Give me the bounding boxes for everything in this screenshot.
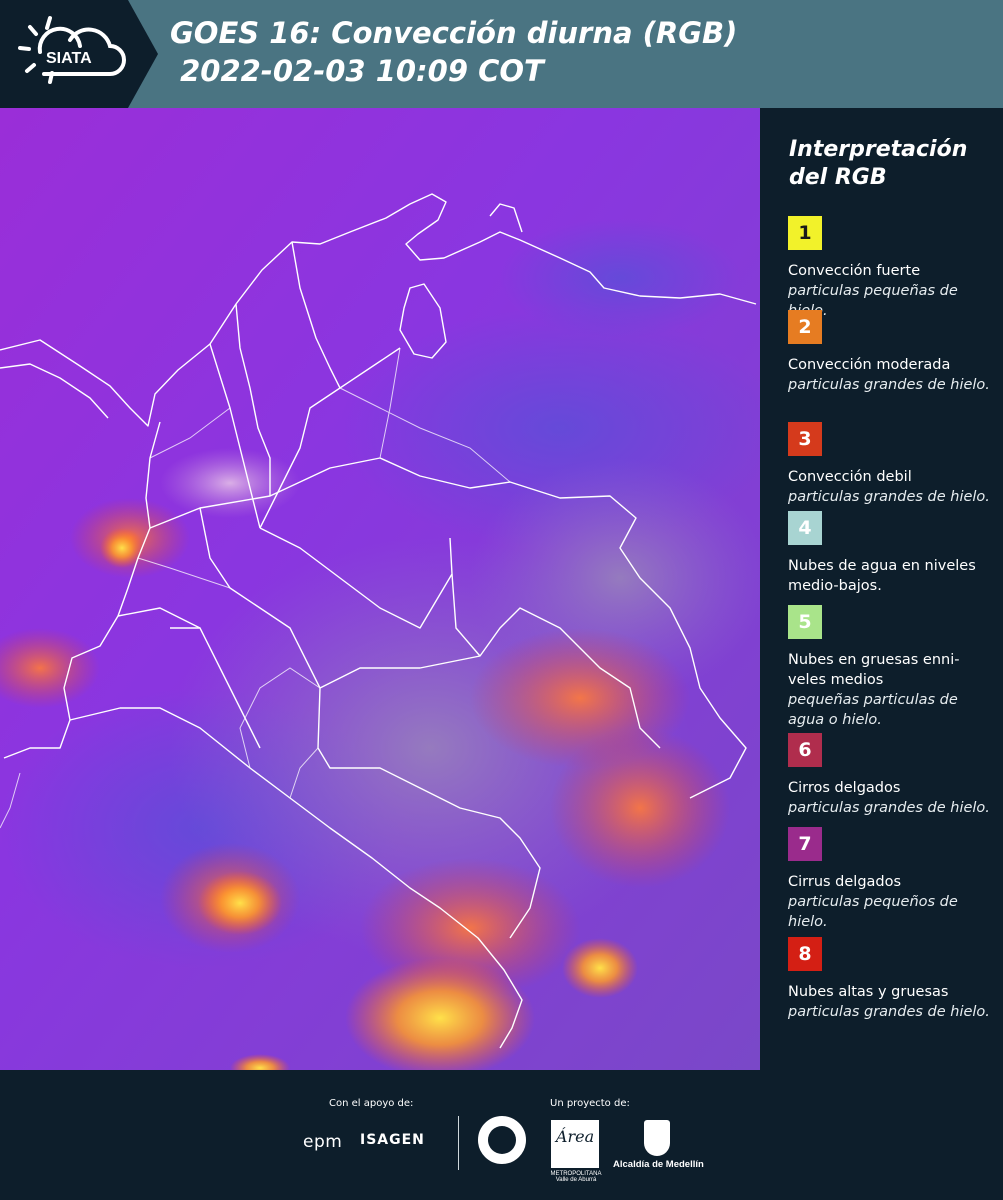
- project-label: Un proyecto de:: [550, 1098, 630, 1109]
- footer: Con el apoyo de: Un proyecto de: epm ISA…: [0, 1070, 1003, 1200]
- satellite-map: [0, 108, 760, 1070]
- area-metropolitana-logo: Área: [551, 1120, 599, 1168]
- legend-title: Interpretación del RGB: [789, 137, 968, 190]
- legend-swatch: 8: [788, 937, 822, 971]
- legend-item-name: Cirrus delgados: [788, 874, 902, 890]
- header: SIATA GOES 16: Convección diurna (RGB) 2…: [0, 0, 1003, 108]
- epm-logo: epm: [303, 1132, 343, 1152]
- page-title: GOES 16: Convección diurna (RGB) 2022-02…: [170, 16, 738, 88]
- legend-item-name: Nubes de agua en niveles medio-bajos.: [788, 558, 976, 594]
- legend-item-name: Convección moderada: [788, 357, 951, 373]
- legend-item-3: 3 Convección debil particulas grandes de…: [788, 422, 993, 507]
- legend-item-desc: particulas grandes de hielo.: [788, 489, 990, 505]
- legend-item-name: Nubes en gruesas enni-veles medios: [788, 652, 960, 688]
- legend-item-desc: particulas grandes de hielo.: [788, 800, 990, 816]
- legend-item-desc: particulas grandes de hielo.: [788, 1004, 990, 1020]
- isagen-logo: ISAGEN: [360, 1132, 425, 1148]
- legend-swatch: 6: [788, 733, 822, 767]
- legend-item-name: Nubes altas y gruesas: [788, 984, 949, 1000]
- legend-item-desc: particulas grandes de hielo.: [788, 377, 990, 393]
- university-seal-icon: [478, 1116, 526, 1164]
- legend-swatch: 5: [788, 605, 822, 639]
- legend-item-8: 8 Nubes altas y gruesas particulas grand…: [788, 937, 993, 1022]
- legend-item-desc: particulas pequeños de hielo.: [788, 894, 958, 930]
- legend-item-desc: pequeñas particulas de agua o hielo.: [788, 692, 958, 728]
- legend-item-name: Convección debil: [788, 469, 912, 485]
- legend-item-name: Cirros delgados: [788, 780, 901, 796]
- siata-logo-text: SIATA: [46, 50, 92, 67]
- legend-item-1: 1 Convección fuerte particulas pequeñas …: [788, 216, 993, 321]
- legend-swatch: 3: [788, 422, 822, 456]
- legend-item-name: Convección fuerte: [788, 263, 921, 279]
- legend-swatch: 1: [788, 216, 822, 250]
- footer-divider: [458, 1116, 459, 1170]
- support-label: Con el apoyo de:: [329, 1098, 414, 1109]
- area-metropolitana-caption: METROPOLITANA Valle de Aburrá: [550, 1171, 602, 1183]
- medellin-shield-icon: [644, 1120, 670, 1156]
- legend-swatch: 2: [788, 310, 822, 344]
- legend-item-5: 5 Nubes en gruesas enni-veles medios peq…: [788, 605, 993, 730]
- legend-item-7: 7 Cirrus delgados particulas pequeños de…: [788, 827, 993, 932]
- legend-swatch: 7: [788, 827, 822, 861]
- legend-item-2: 2 Convección moderada particulas grandes…: [788, 310, 993, 395]
- alcaldia-medellin-caption: Alcaldía de Medellín: [613, 1159, 704, 1170]
- legend-item-4: 4 Nubes de agua en niveles medio-bajos.: [788, 511, 993, 596]
- legend-panel: Interpretación del RGB 1 Convección fuer…: [760, 108, 1003, 1070]
- siata-logo: SIATA: [0, 0, 158, 108]
- legend-item-6: 6 Cirros delgados particulas grandes de …: [788, 733, 993, 818]
- legend-swatch: 4: [788, 511, 822, 545]
